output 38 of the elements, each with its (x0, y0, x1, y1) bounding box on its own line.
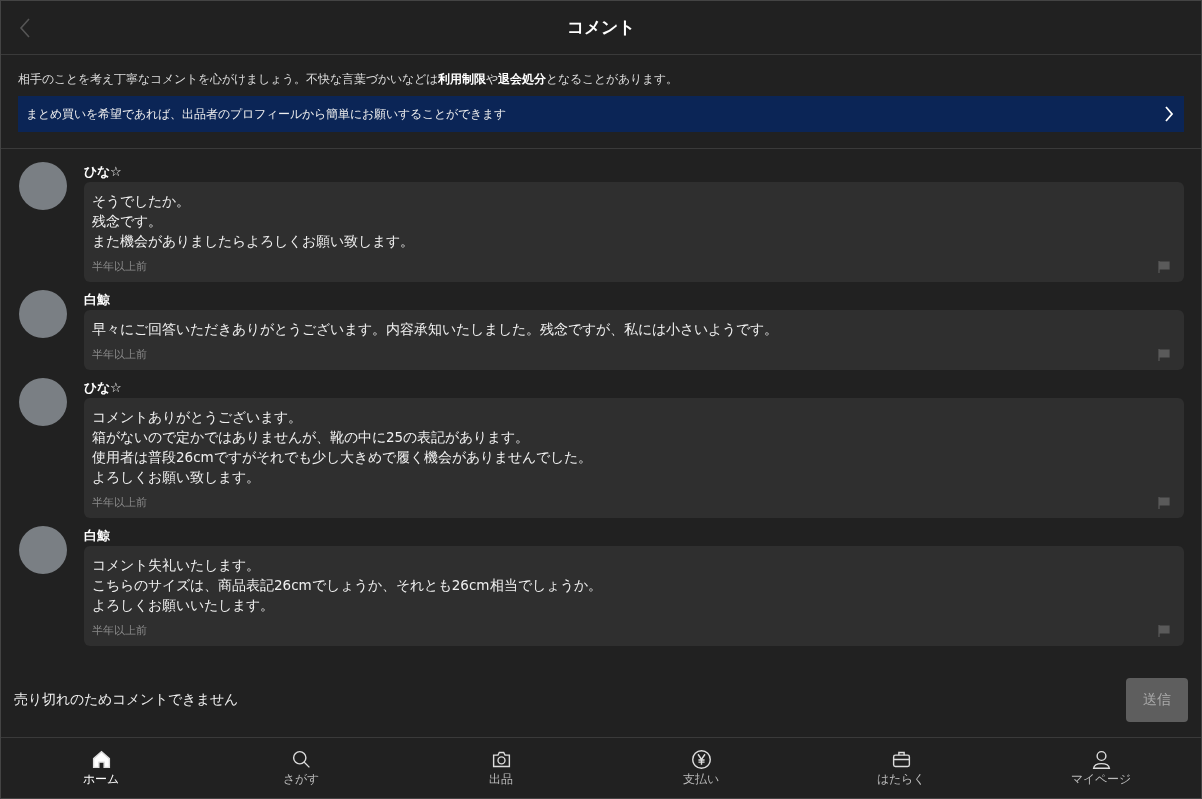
tab-bar-item[interactable]: はたらく (841, 749, 961, 787)
home-icon (90, 749, 112, 770)
flag-icon[interactable] (1158, 260, 1170, 273)
comment-time: 半年以上前 (92, 259, 147, 274)
tab-bar-item[interactable]: さがす (241, 749, 361, 787)
comment-text: コメントありがとうございます。 箱がないので定かではありませんが、靴の中に25の表記があります。 使用者は普段26cmですがそれでも少し大きめで履く機会がありませんでした。 よろしくお願い致します。 (92, 408, 593, 487)
notice-text: 相手のことを考え丁寧なコメントを心がけましょう。不快な言葉づかいなどは利用制限や退会処分となることがあります。 (18, 71, 679, 88)
page-title: コメント (567, 16, 635, 39)
person-icon (1090, 749, 1112, 770)
comment-time: 半年以上前 (92, 347, 147, 362)
user-name: 白鯨 (84, 291, 111, 309)
back-icon[interactable] (19, 17, 31, 39)
tab-bar-item[interactable]: 出品 (441, 749, 561, 787)
comment-text: 早々にご回答いただきありがとうございます。内容承知いたしました。残念ですが、私には小さいようです。 (92, 320, 779, 339)
bundle-banner[interactable]: まとめ買いを希望であれば、出品者のプロフィールから簡単にお願いすることができます (18, 96, 1184, 132)
avatar-photo-placeholder[interactable] (19, 526, 67, 574)
comment-text: コメント失礼いたします。 こちらのサイズは、商品表記26cmでしょうか、それとも26cm相当でしょうか。 よろしくお願いいたします。 (92, 556, 603, 615)
avatar-photo-placeholder[interactable] (19, 162, 67, 210)
user-name: ひな☆ (84, 379, 123, 397)
avatar-photo-placeholder[interactable] (19, 378, 67, 426)
flag-icon[interactable] (1158, 624, 1170, 637)
user-name: 白鯨 (84, 527, 111, 545)
avatar-photo-placeholder[interactable] (19, 290, 67, 338)
sold-out-message: 売り切れのためコメントできません (14, 690, 238, 709)
comment-time: 半年以上前 (92, 623, 147, 638)
flag-icon[interactable] (1158, 496, 1170, 509)
comment-time: 半年以上前 (92, 495, 147, 510)
search-icon (290, 749, 312, 770)
briefcase-icon (890, 749, 912, 770)
chevron-right-icon (1164, 105, 1174, 123)
user-name: ひな☆ (84, 163, 123, 181)
tab-bar-item[interactable]: 支払い (641, 749, 761, 787)
camera-icon (490, 749, 512, 770)
flag-icon[interactable] (1158, 348, 1170, 361)
tab-bar-item[interactable]: マイページ (1041, 749, 1161, 787)
comment-text: そうでしたか。 残念です。 また機会がありましたらよろしくお願い致します。 (92, 192, 415, 251)
tab-bar-item[interactable]: ホーム (41, 749, 161, 787)
yen-coin-icon (690, 749, 712, 770)
